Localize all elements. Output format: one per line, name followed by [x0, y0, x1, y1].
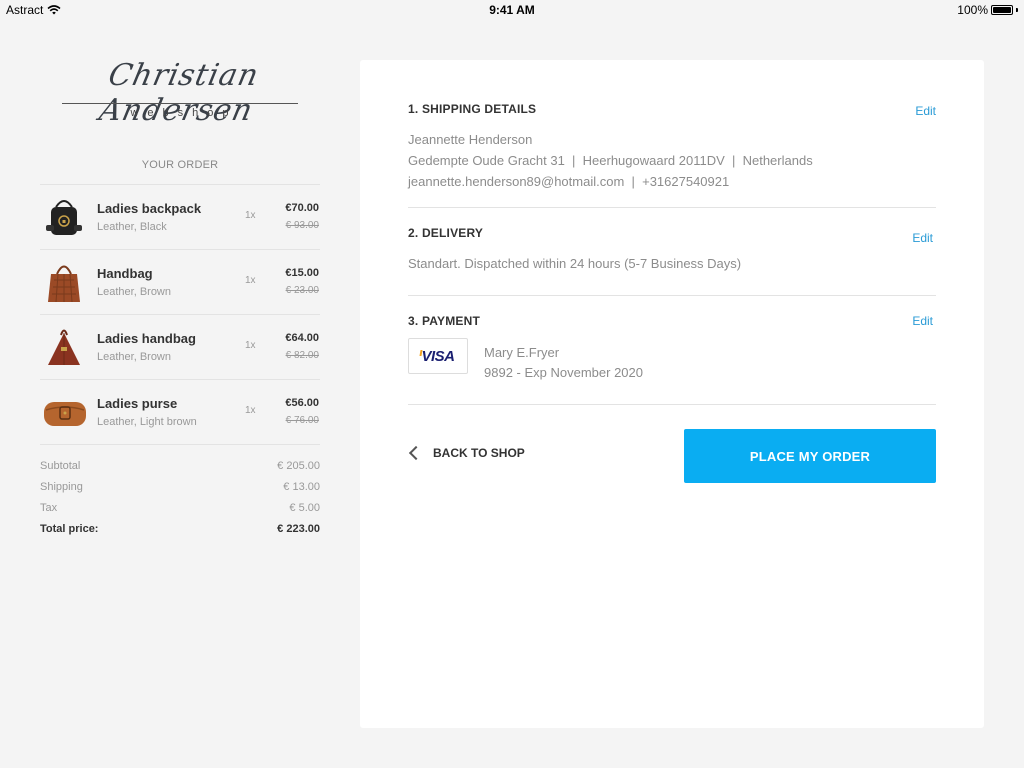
subtotal-row: Subtotal € 205.00	[40, 460, 320, 481]
subtotal-value: € 205.00	[277, 460, 320, 472]
edit-delivery-button[interactable]: Edit	[912, 231, 933, 245]
order-item[interactable]: Ladies backpack Leather, Black 1x €70.00…	[40, 185, 320, 250]
battery-info: 100%	[957, 3, 1018, 17]
handbag-icon	[48, 265, 80, 303]
order-item[interactable]: Ladies handbag Leather, Brown 1x €64.00 …	[40, 315, 320, 380]
total-value: € 223.00	[277, 523, 320, 535]
order-title: YOUR ORDER	[141, 159, 219, 171]
battery-icon	[991, 5, 1013, 15]
shipping-value: € 13.00	[283, 481, 320, 493]
order-item[interactable]: Handbag Leather, Brown 1x €15.00 € 23.00	[40, 250, 320, 315]
total-label: Total price:	[40, 523, 99, 535]
back-to-shop-label: BACK TO SHOP	[433, 446, 525, 460]
total-row: Total price: € 223.00	[40, 523, 320, 544]
logo-divider	[62, 103, 298, 104]
shipping-section: 1. SHIPPING DETAILS Edit Jeannette Hende…	[408, 102, 936, 189]
battery-percent: 100%	[957, 3, 988, 17]
edit-payment-button[interactable]: Edit	[912, 314, 933, 328]
item-old-price: € 76.00	[285, 415, 319, 426]
shipping-label: Shipping	[40, 481, 83, 493]
item-name: Ladies handbag	[97, 331, 196, 346]
item-old-price: € 23.00	[285, 285, 319, 296]
card-holder: Mary E.Fryer	[484, 345, 560, 360]
item-old-price: € 82.00	[285, 350, 319, 361]
item-quantity: 1x	[245, 275, 256, 286]
item-name: Ladies purse	[97, 396, 178, 411]
subtotal-label: Subtotal	[40, 460, 81, 472]
item-name: Handbag	[97, 266, 153, 281]
purse-icon	[44, 402, 86, 426]
shipping-title: 1. SHIPPING DETAILS	[408, 102, 537, 116]
divider	[408, 404, 936, 405]
order-summary: Christian Andersen webshop YOUR ORDER La…	[40, 56, 320, 544]
backpack-icon	[46, 200, 82, 235]
back-to-shop-button[interactable]: BACK TO SHOP	[408, 445, 525, 461]
divider	[408, 295, 936, 296]
item-price: €56.00	[285, 397, 319, 409]
payment-title: 3. PAYMENT	[408, 314, 481, 328]
item-quantity: 1x	[245, 210, 256, 221]
card-brand: VISA	[421, 347, 455, 365]
item-price: €15.00	[285, 267, 319, 279]
item-price: €70.00	[285, 202, 319, 214]
card-info: 9892 - Exp November 2020	[484, 365, 643, 380]
divider	[408, 207, 936, 208]
item-description: Leather, Brown	[97, 351, 171, 363]
delivery-title: 2. DELIVERY	[408, 226, 484, 240]
item-quantity: 1x	[245, 340, 256, 351]
item-quantity: 1x	[245, 405, 256, 416]
shipping-address: Gedempte Oude Gracht 31 | Heerhugowaard …	[408, 153, 813, 168]
visa-card-icon: VISA	[408, 338, 468, 374]
brand-subtitle: webshop	[130, 107, 238, 119]
tax-label: Tax	[40, 502, 58, 514]
item-description: Leather, Black	[97, 221, 167, 233]
shipping-name: Jeannette Henderson	[408, 132, 533, 147]
order-item[interactable]: Ladies purse Leather, Light brown 1x €56…	[40, 380, 320, 445]
status-bar: Astract 9:41 AM 100%	[0, 0, 1024, 20]
handbag-icon	[48, 329, 80, 365]
payment-section: 3. PAYMENT Edit VISA Mary E.Fryer 9892 -…	[408, 314, 936, 394]
tax-row: Tax € 5.00	[40, 502, 320, 523]
shipping-contact: jeannette.henderson89@hotmail.com | +316…	[408, 174, 730, 189]
chevron-left-icon	[408, 445, 424, 461]
item-name: Ladies backpack	[97, 201, 202, 216]
delivery-section: 2. DELIVERY Edit Standart. Dispatched wi…	[408, 226, 936, 271]
status-time: 9:41 AM	[489, 3, 535, 17]
edit-shipping-button[interactable]: Edit	[915, 104, 936, 118]
order-items: Ladies backpack Leather, Black 1x €70.00…	[40, 184, 320, 445]
tax-value: € 5.00	[289, 502, 320, 514]
item-description: Leather, Brown	[97, 286, 171, 298]
item-description: Leather, Light brown	[97, 416, 197, 428]
place-order-button[interactable]: PLACE MY ORDER	[684, 429, 936, 483]
item-price: €64.00	[285, 332, 319, 344]
checkout-card: 1. SHIPPING DETAILS Edit Jeannette Hende…	[360, 60, 984, 728]
brand-logo[interactable]: Christian Andersen webshop	[40, 58, 320, 128]
delivery-text: Standart. Dispatched within 24 hours (5-…	[408, 256, 742, 271]
item-old-price: € 93.00	[285, 220, 319, 231]
shipping-row: Shipping € 13.00	[40, 481, 320, 502]
order-totals: Subtotal € 205.00 Shipping € 13.00 Tax €…	[40, 460, 320, 544]
